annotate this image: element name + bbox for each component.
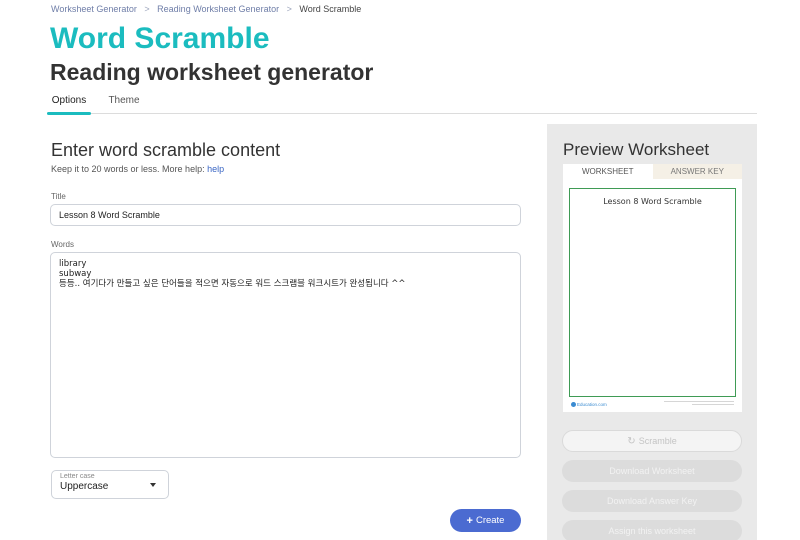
scramble-button[interactable]: ↻ Scramble [562, 430, 742, 452]
refresh-icon: ↻ [627, 435, 636, 447]
footer-brand: Education.com [577, 402, 607, 407]
words-label: Words [51, 240, 74, 249]
scramble-button-label: Scramble [638, 436, 677, 446]
tab-bar: Options Theme [47, 95, 757, 115]
create-button[interactable]: + Create [450, 509, 521, 532]
breadcrumb-reading-worksheet-generator[interactable]: Reading Worksheet Generator [157, 4, 279, 14]
words-input[interactable]: library subway 등등.. 여기다가 만들고 싶은 단어들을 적으면… [50, 252, 521, 458]
tab-options[interactable]: Options [47, 95, 91, 115]
chevron-right-icon: > [286, 4, 292, 14]
chevron-right-icon: > [144, 4, 150, 14]
worksheet-preview: Lesson 8 Word Scramble Education.com [563, 179, 742, 412]
letter-case-label: Letter case [60, 473, 95, 480]
breadcrumb-current: Word Scramble [299, 4, 362, 14]
section-help: Keep it to 20 words or less. More help: … [51, 164, 224, 174]
worksheet-preview-title: Lesson 8 Word Scramble [603, 197, 702, 206]
create-button-label: Create [475, 515, 505, 526]
logo-mark-icon [571, 402, 576, 408]
title-input[interactable] [50, 204, 521, 226]
fine-print-line [664, 401, 734, 402]
page-title: Word Scramble [50, 22, 270, 55]
download-answer-key-button[interactable]: Download Answer Key [562, 490, 742, 512]
preview-tab-worksheet[interactable]: WORKSHEET [563, 164, 653, 179]
worksheet-frame: Lesson 8 Word Scramble [569, 188, 736, 397]
plus-icon: + [466, 514, 473, 527]
help-link[interactable]: help [207, 164, 224, 174]
fine-print-line [692, 404, 734, 405]
assign-worksheet-button[interactable]: Assign this worksheet [562, 520, 742, 540]
preview-tab-bar: WORKSHEET ANSWER KEY [563, 164, 742, 179]
title-label: Title [51, 192, 66, 201]
letter-case-select[interactable]: Letter case Uppercase [51, 470, 169, 499]
preview-panel: Preview Worksheet WORKSHEET ANSWER KEY L… [547, 124, 757, 540]
footer-fine-print [664, 401, 734, 407]
education-logo: Education.com [571, 402, 607, 408]
tab-theme[interactable]: Theme [105, 95, 143, 113]
breadcrumb: Worksheet Generator > Reading Worksheet … [51, 4, 361, 14]
section-title: Enter word scramble content [51, 140, 281, 160]
letter-case-value: Uppercase [60, 481, 109, 492]
preview-title: Preview Worksheet [563, 140, 710, 159]
preview-tab-answer-key[interactable]: ANSWER KEY [652, 164, 742, 179]
breadcrumb-worksheet-generator[interactable]: Worksheet Generator [51, 4, 137, 14]
download-worksheet-button[interactable]: Download Worksheet [562, 460, 742, 482]
help-text: Keep it to 20 words or less. More help: [51, 164, 205, 174]
caret-down-icon [150, 483, 156, 487]
page-subtitle: Reading worksheet generator [50, 59, 374, 85]
